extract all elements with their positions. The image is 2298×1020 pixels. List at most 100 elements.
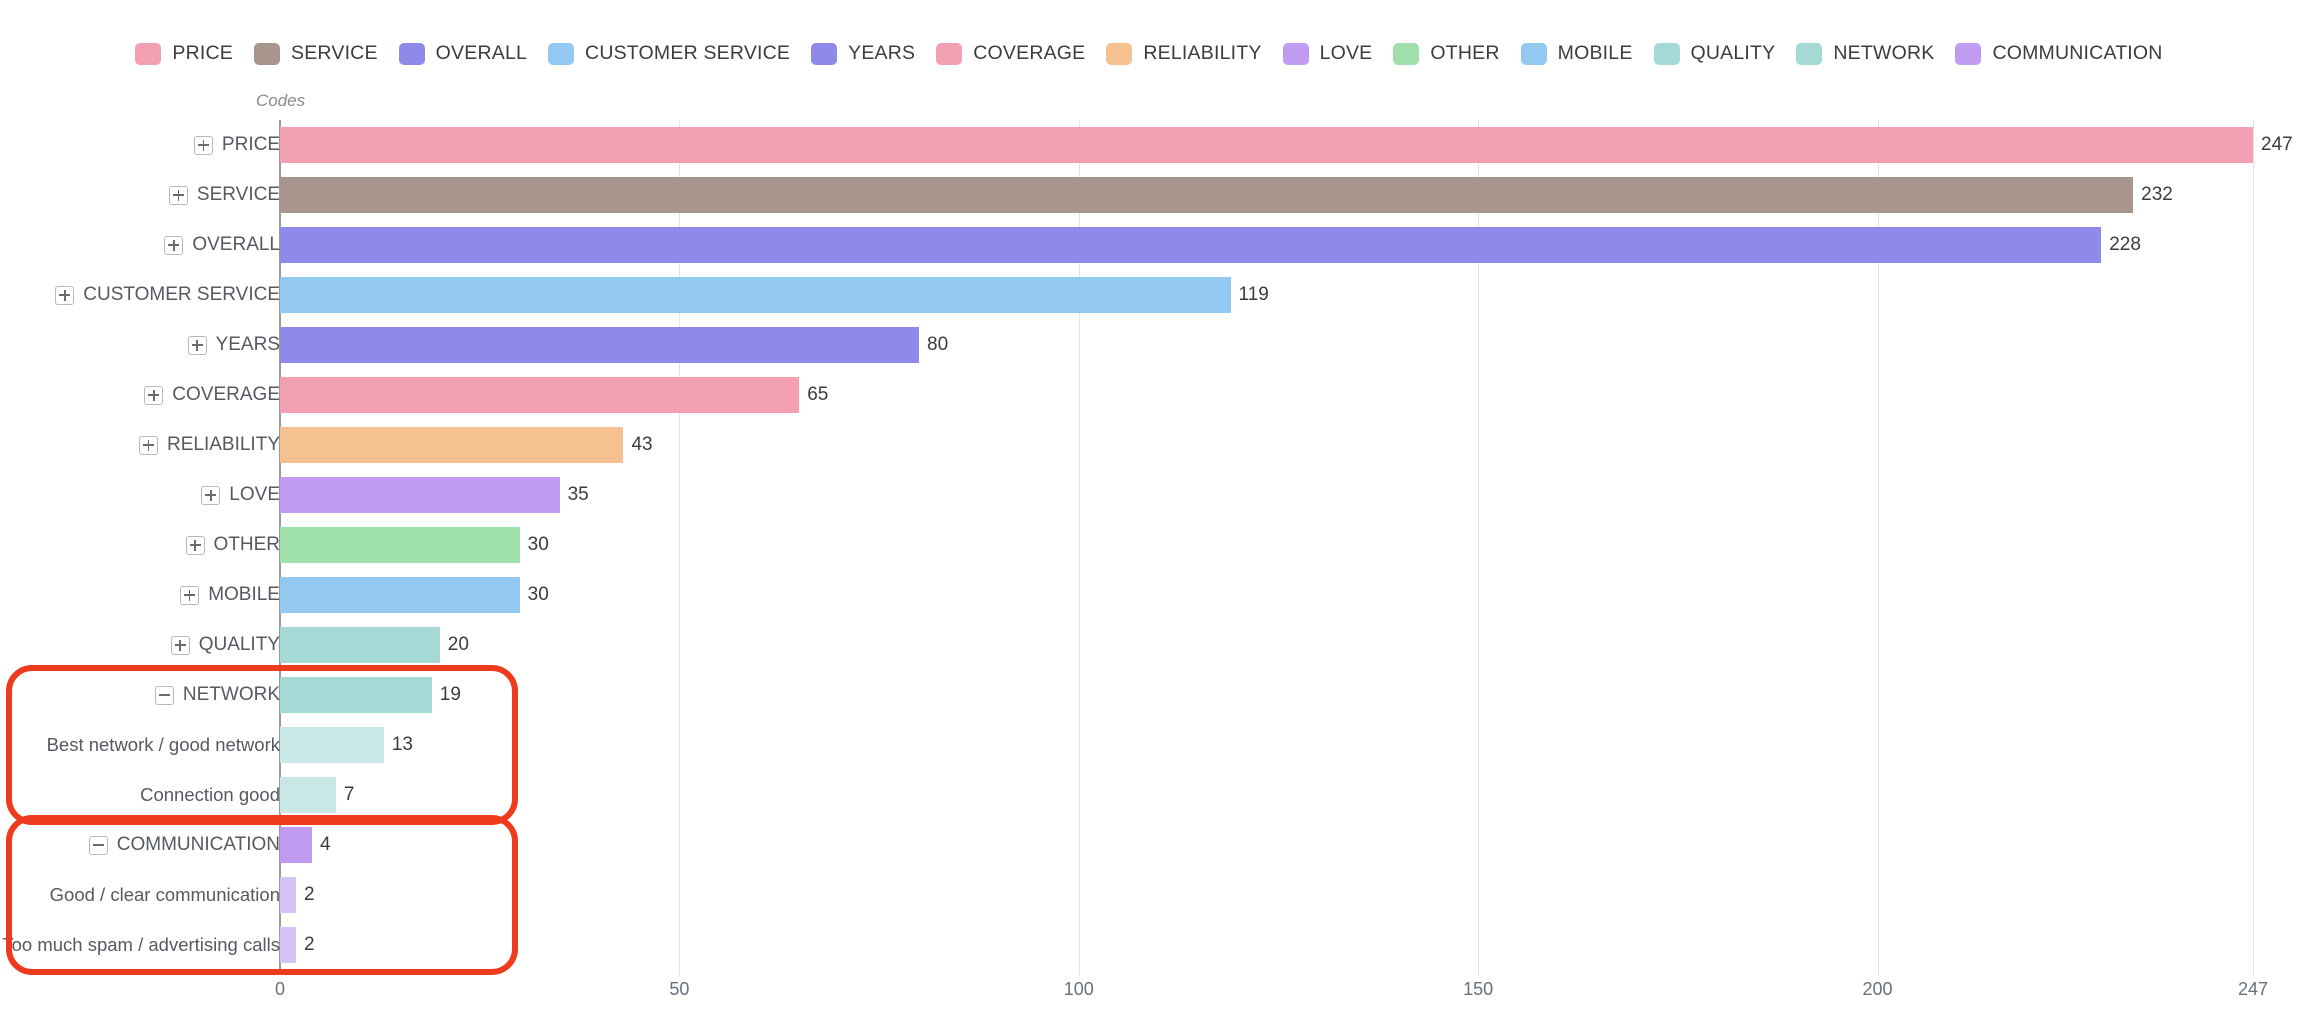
- legend-swatch-icon: [254, 42, 281, 65]
- bar[interactable]: [280, 777, 336, 813]
- bar[interactable]: [280, 127, 2253, 163]
- bar[interactable]: [280, 227, 2102, 263]
- bar-row[interactable]: SERVICE 232: [0, 170, 2298, 220]
- bar-row[interactable]: RELIABILITY 43: [0, 420, 2298, 470]
- row-label: MOBILE: [0, 584, 280, 606]
- legend-label: PRICE: [172, 42, 234, 64]
- row-label-text: COMMUNICATION: [116, 834, 280, 855]
- bar-row[interactable]: COVERAGE 65: [0, 370, 2298, 420]
- legend-item-years[interactable]: YEARS: [811, 42, 915, 65]
- row-label-text: YEARS: [215, 334, 280, 355]
- bar-row[interactable]: PRICE 247: [0, 120, 2298, 170]
- bar-value-label: 20: [447, 634, 469, 655]
- bar-value-label: 30: [527, 584, 549, 605]
- bar[interactable]: [280, 627, 440, 663]
- expand-plus-icon[interactable]: [55, 285, 75, 305]
- legend-item-coverage[interactable]: COVERAGE: [936, 42, 1085, 65]
- legend-swatch-icon: [811, 42, 838, 65]
- legend-item-overall[interactable]: OVERALL: [398, 42, 528, 65]
- bar-row[interactable]: COMMUNICATION 4: [0, 820, 2298, 870]
- bar-value-label: 2: [303, 934, 315, 955]
- legend-item-love[interactable]: LOVE: [1282, 42, 1373, 65]
- row-label: Too much spam / advertising calls: [0, 934, 280, 956]
- bar[interactable]: [280, 277, 1231, 313]
- legend-label: RELIABILITY: [1143, 42, 1262, 64]
- legend-item-network[interactable]: NETWORK: [1796, 42, 1934, 65]
- row-label-text: CUSTOMER SERVICE: [83, 284, 280, 305]
- x-axis-tick-label: 100: [1063, 979, 1094, 999]
- legend-item-quality[interactable]: QUALITY: [1653, 42, 1776, 65]
- row-label: OTHER: [0, 534, 280, 556]
- bar-row[interactable]: CUSTOMER SERVICE 119: [0, 270, 2298, 320]
- expand-plus-icon[interactable]: [170, 635, 190, 655]
- bar[interactable]: [280, 477, 560, 513]
- expand-plus-icon[interactable]: [168, 185, 188, 205]
- expand-plus-icon[interactable]: [144, 385, 164, 405]
- expand-plus-icon[interactable]: [139, 435, 158, 455]
- bar[interactable]: [280, 677, 432, 713]
- expand-plus-icon[interactable]: [193, 135, 213, 155]
- bar-row[interactable]: Connection good 7: [0, 770, 2298, 820]
- legend-item-customer-service[interactable]: CUSTOMER SERVICE: [548, 42, 790, 65]
- expand-plus-icon[interactable]: [187, 335, 207, 355]
- row-label: OVERALL: [0, 234, 280, 256]
- bar-row[interactable]: QUALITY 20: [0, 620, 2298, 670]
- bar[interactable]: [280, 177, 2134, 213]
- row-label: COVERAGE: [0, 384, 280, 406]
- legend-swatch-icon: [398, 42, 425, 65]
- row-label: LOVE: [0, 484, 280, 506]
- row-label-text: COVERAGE: [172, 384, 280, 405]
- row-label: Connection good: [0, 784, 280, 806]
- row-label-text: Best network / good network: [46, 734, 280, 755]
- bar-row[interactable]: NETWORK 19: [0, 670, 2298, 720]
- expand-plus-icon[interactable]: [164, 235, 184, 255]
- collapse-minus-icon[interactable]: [88, 835, 108, 855]
- row-label: NETWORK: [0, 684, 280, 706]
- legend-label: OVERALL: [435, 42, 528, 64]
- bar[interactable]: [280, 327, 920, 363]
- bar-value-label: 247: [2261, 134, 2293, 155]
- row-label: SERVICE: [0, 184, 280, 206]
- bar-value-label: 43: [631, 434, 653, 455]
- bar[interactable]: [280, 927, 296, 963]
- x-axis-tick-label: 200: [1862, 979, 1893, 999]
- bar-row[interactable]: Good / clear communication 2: [0, 870, 2298, 920]
- expand-plus-icon[interactable]: [201, 485, 221, 505]
- legend-item-mobile[interactable]: MOBILE: [1520, 42, 1633, 65]
- expand-plus-icon[interactable]: [185, 535, 205, 555]
- bar[interactable]: [280, 877, 296, 913]
- bar-row[interactable]: OTHER 30: [0, 520, 2298, 570]
- row-label-text: PRICE: [221, 134, 280, 155]
- bar-row[interactable]: OVERALL 228: [0, 220, 2298, 270]
- bar-value-label: 30: [527, 534, 549, 555]
- bar[interactable]: [280, 427, 624, 463]
- row-label: CUSTOMER SERVICE: [0, 284, 280, 306]
- legend-item-reliability[interactable]: RELIABILITY: [1106, 42, 1261, 65]
- row-label-text: Too much spam / advertising calls: [2, 934, 280, 955]
- x-axis: 0 50 100 150 200 247: [0, 975, 2298, 1020]
- plot-area: PRICE 247 SERVICE 232 OVERALL 228 CUSTOMER SER…: [0, 120, 2298, 975]
- bar[interactable]: [280, 827, 312, 863]
- row-label-text: LOVE: [229, 484, 280, 505]
- legend-item-other[interactable]: OTHER: [1393, 42, 1499, 65]
- bar[interactable]: [280, 577, 520, 613]
- row-label: COMMUNICATION: [0, 834, 280, 856]
- legend-item-service[interactable]: SERVICE: [254, 42, 378, 65]
- legend-label: NETWORK: [1833, 42, 1935, 64]
- bar-row[interactable]: Best network / good network 13: [0, 720, 2298, 770]
- bar-row[interactable]: Too much spam / advertising calls 2: [0, 920, 2298, 970]
- collapse-minus-icon[interactable]: [154, 685, 174, 705]
- legend-label: SERVICE: [291, 42, 378, 64]
- bar[interactable]: [280, 377, 800, 413]
- bar[interactable]: [280, 727, 384, 763]
- bar[interactable]: [280, 527, 520, 563]
- legend-swatch-icon: [1653, 42, 1680, 65]
- legend-item-price[interactable]: PRICE: [135, 42, 233, 65]
- bar-row[interactable]: LOVE 35: [0, 470, 2298, 520]
- bar-row[interactable]: YEARS 80: [0, 320, 2298, 370]
- bar-value-label: 4: [319, 834, 331, 855]
- bar-row[interactable]: MOBILE 30: [0, 570, 2298, 620]
- row-label-text: OTHER: [213, 534, 281, 555]
- legend-item-communication[interactable]: COMMUNICATION: [1955, 42, 2162, 65]
- expand-plus-icon[interactable]: [180, 585, 200, 605]
